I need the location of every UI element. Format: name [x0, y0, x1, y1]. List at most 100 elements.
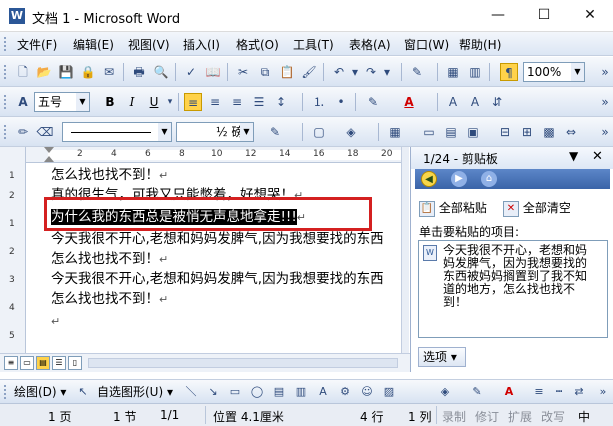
numbering-icon[interactable]: ⒈ [310, 93, 328, 111]
underline-dropdown-icon[interactable]: ▾ [161, 93, 179, 111]
justify-icon[interactable]: ☰ [250, 93, 268, 111]
menu-insert[interactable]: 插入(I) [183, 36, 220, 53]
menu-file[interactable]: 文件(F) [17, 36, 57, 53]
doc-line[interactable]: 怎么找也找不到！↵ [51, 249, 168, 269]
home-icon[interactable]: ⌂ [481, 171, 497, 187]
line-icon[interactable]: ＼ [184, 385, 198, 399]
show-hide-marks-icon[interactable]: ¶ [500, 63, 518, 81]
back-icon[interactable]: ◀ [421, 171, 437, 187]
chevron-down-icon[interactable]: ▼ [240, 123, 253, 141]
line-style-icon[interactable]: ≡ [532, 385, 546, 399]
doc-line[interactable]: 今天我很不开心,老想和妈妈发脾气,因为我想要找的东西 [51, 229, 384, 249]
align-right-icon[interactable]: ≡ [228, 93, 246, 111]
toolbar-options-icon[interactable]: » [596, 63, 613, 81]
clear-all-button[interactable]: ✕ 全部清空 [503, 198, 571, 218]
research-icon[interactable]: 📖 [204, 63, 222, 81]
horizontal-ruler[interactable]: 2 4 6 8 10 12 14 16 18 20 [26, 147, 408, 163]
web-view-icon[interactable]: ▭ [20, 356, 34, 370]
forward-icon[interactable]: ▶ [451, 171, 467, 187]
menubar-grip[interactable] [4, 37, 7, 51]
vertical-textbox-icon[interactable]: ▥ [294, 385, 308, 399]
email-icon[interactable]: ✉ [100, 63, 118, 81]
line-spacing-icon[interactable]: ↕ [272, 93, 290, 111]
paste-icon[interactable]: 📋 [278, 63, 296, 81]
menu-window[interactable]: 窗口(W) [404, 36, 449, 53]
spelling-icon[interactable]: ✓ [182, 63, 200, 81]
toolbar-grip[interactable] [4, 95, 7, 109]
hanging-indent-marker[interactable] [44, 156, 54, 162]
toolbar-options-icon[interactable]: » [596, 385, 610, 399]
doc-line[interactable]: 怎么找也找不到！↵ [51, 165, 168, 185]
status-record[interactable]: 录制 [442, 408, 466, 425]
distribute-columns-icon[interactable]: ⊞ [518, 123, 536, 141]
clipboard-item[interactable]: W 今天我很不开心，老想和妈妈发脾气，因为我想要找的东西被妈妈搁置到了我不知道的… [418, 240, 608, 338]
bold-small-icon[interactable]: A [466, 93, 484, 111]
select-objects-icon[interactable]: ↖ [76, 385, 90, 399]
picture-icon[interactable]: ▨ [382, 385, 396, 399]
rectangle-icon[interactable]: ▭ [228, 385, 242, 399]
menu-edit[interactable]: 编辑(E) [73, 36, 114, 53]
zoom-combo[interactable]: 100% ▼ [523, 62, 585, 82]
new-document-icon[interactable]: 🗋 [14, 63, 32, 81]
oval-icon[interactable]: ◯ [250, 385, 264, 399]
copy-icon[interactable]: ⧉ [256, 63, 274, 81]
char-scaling-icon[interactable]: A [444, 93, 462, 111]
bullets-icon[interactable]: • [332, 93, 350, 111]
status-extend[interactable]: 扩展 [508, 408, 532, 425]
distribute-rows-icon[interactable]: ⊟ [496, 123, 514, 141]
first-line-indent-marker[interactable] [44, 147, 54, 153]
redo-dropdown-icon[interactable]: ▾ [378, 63, 396, 81]
autoshapes-menu-button[interactable]: 自选图形(U) ▾ [97, 383, 173, 400]
font-color-icon[interactable]: A [502, 385, 516, 399]
normal-view-icon[interactable]: ≡ [4, 356, 18, 370]
cut-icon[interactable]: ✂ [234, 63, 252, 81]
font-color-icon[interactable]: A [400, 93, 418, 111]
textbox-icon[interactable]: ▤ [272, 385, 286, 399]
diagram-icon[interactable]: ⚙ [338, 385, 352, 399]
pane-menu-icon[interactable]: ▼ [569, 149, 578, 163]
document-body[interactable]: 怎么找也找不到！↵ 真的很生气，可我又只能憋着，好想哭！↵ 为什么我的东西总是被… [27, 163, 402, 353]
wordart-icon[interactable]: A [316, 385, 330, 399]
draw-menu-button[interactable]: 绘图(D) ▾ [14, 383, 66, 400]
highlight-icon[interactable]: ✎ [364, 93, 382, 111]
print-layout-icon[interactable]: ▤ [36, 356, 50, 370]
toolbar-grip[interactable] [4, 125, 7, 139]
align-center-icon[interactable]: ≡ [206, 93, 224, 111]
paste-all-button[interactable]: 📋 全部粘贴 [419, 198, 487, 218]
merge-cells-icon[interactable]: ▭ [420, 123, 438, 141]
doc-line[interactable]: 怎么找也找不到！↵ [51, 289, 168, 309]
align-left-icon[interactable]: ≡ [184, 93, 202, 111]
toolbar-grip[interactable] [4, 65, 7, 79]
dash-style-icon[interactable]: ┅ [552, 385, 566, 399]
arrow-style-icon[interactable]: ⇄ [572, 385, 586, 399]
open-folder-icon[interactable]: 📂 [35, 63, 53, 81]
line-weight-combo[interactable]: ½ 磅 ▼ [176, 122, 254, 142]
vertical-scrollbar[interactable] [401, 147, 409, 353]
doc-line[interactable]: ↵ [51, 311, 60, 331]
maximize-button[interactable]: ☐ [521, 0, 567, 32]
columns-icon[interactable]: ▥ [466, 63, 484, 81]
autoformat-icon[interactable]: ▩ [540, 123, 558, 141]
close-icon[interactable]: ✕ [592, 149, 603, 164]
chevron-down-icon[interactable]: ▼ [76, 93, 89, 111]
shading-icon[interactable]: ◈ [342, 123, 360, 141]
toolbar-options-icon[interactable]: » [596, 93, 613, 111]
ink-annotation-icon[interactable]: ✎ [408, 63, 426, 81]
fill-color-icon[interactable]: ◈ [438, 385, 452, 399]
split-cells-icon[interactable]: ▤ [442, 123, 460, 141]
status-overtype[interactable]: 改写 [541, 408, 565, 425]
word-app-icon[interactable]: W [9, 8, 25, 24]
menu-format[interactable]: 格式(O) [236, 36, 279, 53]
toolbar-grip[interactable] [4, 385, 7, 399]
align-cell-icon[interactable]: ▣ [464, 123, 482, 141]
clipart-icon[interactable]: ☺ [360, 385, 374, 399]
italic-icon[interactable]: I [123, 93, 141, 111]
menu-tools[interactable]: 工具(T) [293, 36, 334, 53]
close-button[interactable]: ✕ [567, 0, 613, 32]
chevron-down-icon[interactable]: ▼ [571, 63, 584, 81]
horizontal-scrollbar[interactable] [88, 358, 398, 368]
arrow-icon[interactable]: ↘ [206, 385, 220, 399]
reading-view-icon[interactable]: ▯ [68, 356, 82, 370]
format-painter-icon[interactable]: 🖌 [300, 63, 318, 81]
chevron-down-icon[interactable]: ▼ [158, 123, 171, 141]
